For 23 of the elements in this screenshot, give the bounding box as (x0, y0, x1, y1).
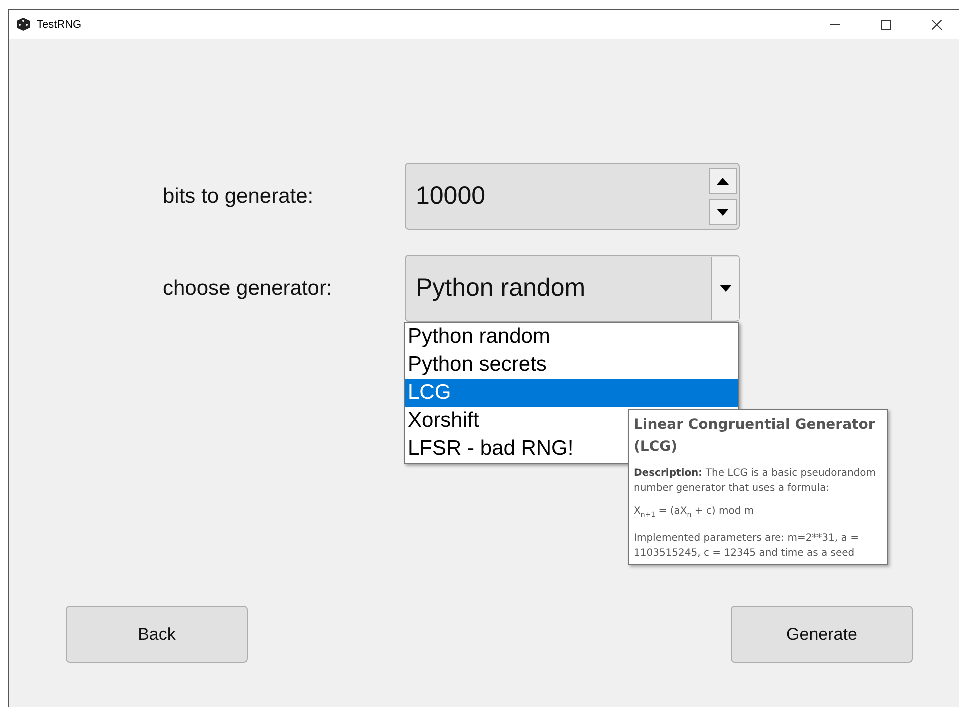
back-button[interactable]: Back (66, 606, 248, 663)
minimize-icon (830, 24, 840, 25)
caret-icon (720, 285, 732, 292)
dropdown-option[interactable]: Python secrets (405, 351, 738, 379)
down-triangle-icon (717, 208, 729, 216)
number-spinbox[interactable]: 10000 (405, 163, 740, 230)
tooltip-formula: X$_{n+1}$ = (aX$_{n}$ + c) mod m (634, 505, 756, 521)
field-label: choose generator: (163, 276, 334, 300)
field-label: bits to generate: (163, 184, 315, 208)
generator-dropdown[interactable]: Python random (405, 255, 740, 322)
tooltip-parameters: Implemented parameters are: m=2**31, a = 1103515245, c = 12345 and time as a seed (634, 532, 860, 561)
close-icon (932, 20, 942, 30)
generate-button[interactable]: Generate (731, 606, 913, 663)
dropdown-option[interactable]: Python random (405, 323, 738, 351)
dropdown-button[interactable] (711, 257, 739, 320)
dropdown-option[interactable]: LCG (405, 379, 738, 407)
tooltip-description: Description: The LCG is a basic pseudorandom number generator that uses a formula: (634, 467, 878, 496)
decrement-button[interactable] (709, 199, 737, 225)
dice-icon (17, 18, 30, 31)
window-title: TestRNG (37, 18, 83, 30)
increment-button[interactable] (709, 168, 737, 194)
up-triangle-icon (717, 178, 729, 184)
maximize-icon (881, 20, 891, 30)
